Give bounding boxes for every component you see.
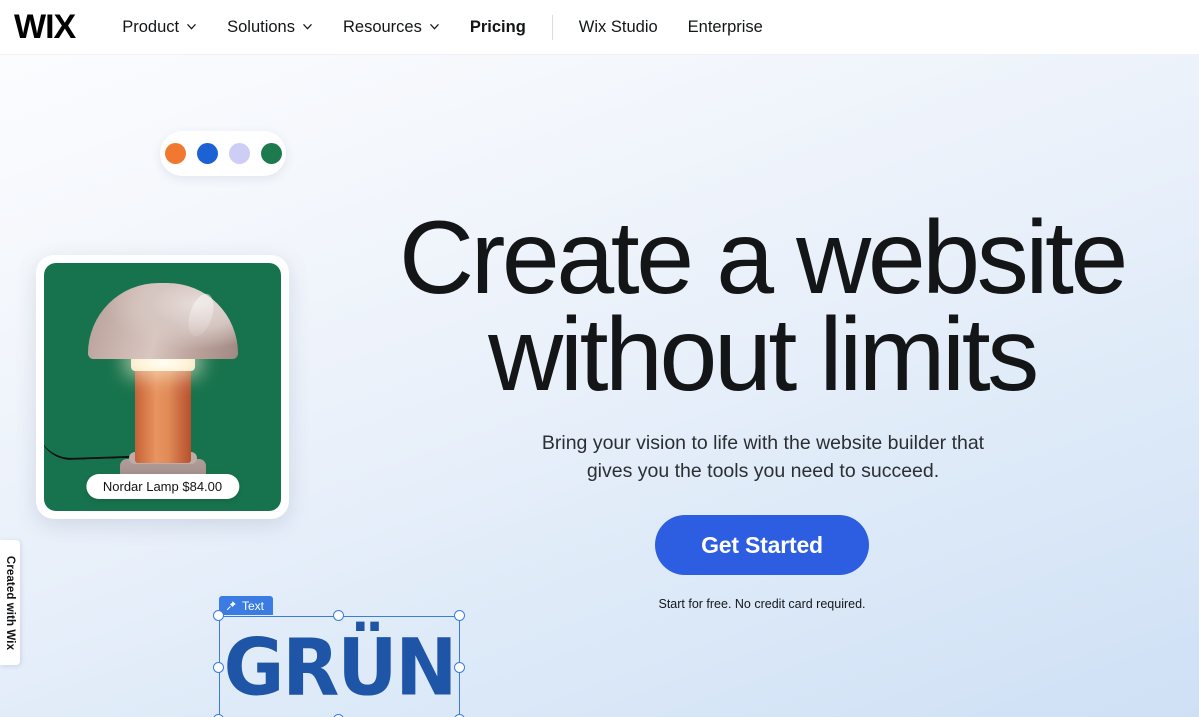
get-started-button[interactable]: Get Started (655, 515, 869, 575)
cta-disclaimer: Start for free. No credit card required. (658, 597, 866, 611)
color-swatch-lavender[interactable] (228, 143, 250, 164)
color-swatch-blue[interactable] (196, 143, 218, 164)
nav-item-label: Product (122, 17, 180, 36)
nav-divider (551, 14, 553, 40)
wix-logo[interactable]: WIX (14, 10, 76, 44)
nav-item-solutions[interactable]: Solutions (227, 18, 313, 37)
product-image: Nordar Lamp $84.00 (44, 263, 281, 511)
editor-selection[interactable]: GRÜN Text (213, 596, 465, 717)
hero-section: Nordar Lamp $84.00 Create a website with… (0, 55, 1199, 717)
resize-handle-middle-left[interactable] (213, 662, 224, 673)
selection-outline (219, 616, 460, 717)
product-price-label[interactable]: Nordar Lamp $84.00 (85, 474, 240, 499)
selection-badge-label: Text (242, 598, 265, 613)
chevron-down-icon (186, 21, 197, 32)
nav-items-group: Product Solutions Resources Pricing Wix … (122, 14, 793, 40)
color-swatch-green[interactable] (260, 143, 282, 164)
nav-item-label: Enterprise (687, 17, 763, 36)
subheading-line-1: Bring your vision to life with the websi… (541, 432, 985, 454)
nav-item-product[interactable]: Product (122, 18, 197, 37)
pin-icon (226, 600, 237, 611)
color-swatch-orange[interactable] (164, 143, 186, 164)
nav-item-label: Wix Studio (578, 17, 658, 36)
created-with-wix-label: Created with Wix (4, 555, 16, 650)
page-title: Create a website without limits (329, 200, 1195, 413)
nav-item-label: Resources (342, 17, 422, 36)
lamp-body (134, 368, 191, 463)
lamp-shade (87, 283, 238, 359)
headline-line-2: without limits (488, 296, 1039, 413)
nav-item-enterprise[interactable]: Enterprise (688, 18, 763, 37)
resize-handle-top-right[interactable] (454, 610, 465, 621)
subheading-line-2: gives you the tools you need to succeed. (586, 459, 940, 482)
top-navigation-bar: WIX Product Solutions Resources Pricing … (0, 0, 1199, 55)
nav-item-label: Solutions (227, 17, 295, 36)
nav-item-wix-studio[interactable]: Wix Studio (579, 18, 658, 37)
color-swatch-pill (160, 131, 286, 176)
resize-handle-middle-right[interactable] (454, 662, 465, 673)
hero-subheading: Bring your vision to life with the websi… (474, 430, 1052, 485)
nav-item-resources[interactable]: Resources (343, 18, 440, 37)
nav-item-label: Pricing (469, 17, 526, 36)
chevron-down-icon (302, 21, 313, 32)
resize-handle-top-center[interactable] (333, 610, 344, 621)
selection-type-badge[interactable]: Text (219, 596, 274, 615)
product-card[interactable]: Nordar Lamp $84.00 (36, 255, 289, 519)
resize-handle-top-left[interactable] (213, 610, 224, 621)
created-with-wix-tab[interactable]: Created with Wix (0, 540, 20, 665)
nav-item-pricing[interactable]: Pricing (470, 18, 526, 37)
headline-line-1: Create a website (398, 200, 1128, 316)
chevron-down-icon (429, 21, 440, 32)
